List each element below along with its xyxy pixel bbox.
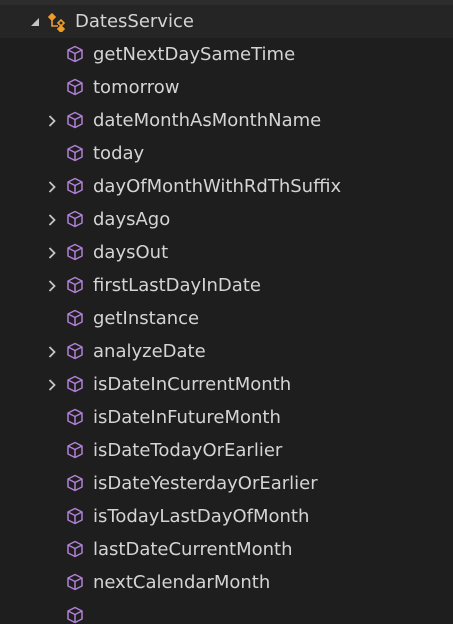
tree-item-label: dayOfMonthWithRdThSuffix: [93, 176, 342, 197]
tree-item-label: isDateTodayOrEarlier: [93, 440, 283, 461]
tree-item-method[interactable]: lastDateCurrentMonth: [0, 533, 453, 566]
tree-item-method[interactable]: isDateTodayOrEarlier: [0, 434, 453, 467]
tree-item-label: getInstance: [93, 308, 200, 329]
method-cube-icon: [66, 276, 84, 294]
method-cube-icon: [66, 375, 84, 393]
tree-root-dates-service[interactable]: DatesService: [0, 5, 453, 38]
tree-item-label: isDateYesterdayOrEarlier: [93, 473, 318, 494]
method-cube-icon: [66, 507, 84, 525]
tree-item-label: isDateInFutureMonth: [93, 407, 281, 428]
method-cube-icon: [66, 243, 84, 261]
chevron-right-icon[interactable]: [46, 180, 58, 194]
tree-item-method[interactable]: daysOut: [0, 236, 453, 269]
method-cube-icon: [66, 408, 84, 426]
tree-item-method[interactable]: nextCalendarMonth: [0, 566, 453, 599]
method-cube-icon: [66, 573, 84, 591]
tree-item-label: isDateInCurrentMonth: [93, 374, 292, 395]
tree-item-method[interactable]: tomorrow: [0, 71, 453, 104]
tree-root-label: DatesService: [75, 11, 194, 32]
tree-item-label: isTodayLastDayOfMonth: [93, 506, 310, 527]
chevron-right-icon[interactable]: [46, 345, 58, 359]
tree-item-label: daysAgo: [93, 209, 171, 230]
tree-item-method[interactable]: getInstance: [0, 302, 453, 335]
chevron-right-icon[interactable]: [46, 114, 58, 128]
method-cube-icon: [66, 474, 84, 492]
tree-item-label: nextCalendarMonth: [93, 572, 271, 593]
method-cube-icon: [66, 210, 84, 228]
method-cube-icon: [66, 441, 84, 459]
tree-item-label: tomorrow: [93, 77, 180, 98]
tree-item-label: firstLastDayInDate: [93, 275, 261, 296]
tree-item-method[interactable]: dateMonthAsMonthName: [0, 104, 453, 137]
tree-item-method[interactable]: isDateYesterdayOrEarlier: [0, 467, 453, 500]
outline-tree: DatesService getNextDaySameTime tomorrow d…: [0, 5, 453, 624]
method-cube-icon: [66, 342, 84, 360]
chevron-right-icon[interactable]: [46, 279, 58, 293]
chevron-expanded-icon[interactable]: [29, 15, 41, 29]
chevron-right-icon[interactable]: [46, 378, 58, 392]
method-cube-icon: [66, 540, 84, 558]
tree-item-partial[interactable]: [0, 599, 453, 624]
tree-item-label: analyzeDate: [93, 341, 206, 362]
tree-item-method[interactable]: dayOfMonthWithRdThSuffix: [0, 170, 453, 203]
tree-item-method[interactable]: isDateInFutureMonth: [0, 401, 453, 434]
class-icon: [46, 12, 68, 32]
tree-item-method[interactable]: today: [0, 137, 453, 170]
method-cube-icon: [66, 78, 84, 96]
tree-item-label: daysOut: [93, 242, 169, 263]
chevron-right-icon[interactable]: [46, 213, 58, 227]
method-cube-icon: [66, 606, 84, 624]
tree-item-label: getNextDaySameTime: [93, 44, 296, 65]
tree-item-label: today: [93, 143, 145, 164]
method-cube-icon: [66, 177, 84, 195]
tree-item-method[interactable]: getNextDaySameTime: [0, 38, 453, 71]
method-cube-icon: [66, 309, 84, 327]
tree-item-method[interactable]: isTodayLastDayOfMonth: [0, 500, 453, 533]
tree-item-label: lastDateCurrentMonth: [93, 539, 293, 560]
tree-item-method[interactable]: firstLastDayInDate: [0, 269, 453, 302]
method-cube-icon: [66, 144, 84, 162]
method-cube-icon: [66, 45, 84, 63]
tree-item-method[interactable]: analyzeDate: [0, 335, 453, 368]
method-cube-icon: [66, 111, 84, 129]
tree-item-method[interactable]: daysAgo: [0, 203, 453, 236]
chevron-right-icon[interactable]: [46, 246, 58, 260]
tree-item-method[interactable]: isDateInCurrentMonth: [0, 368, 453, 401]
tree-item-label: dateMonthAsMonthName: [93, 110, 322, 131]
